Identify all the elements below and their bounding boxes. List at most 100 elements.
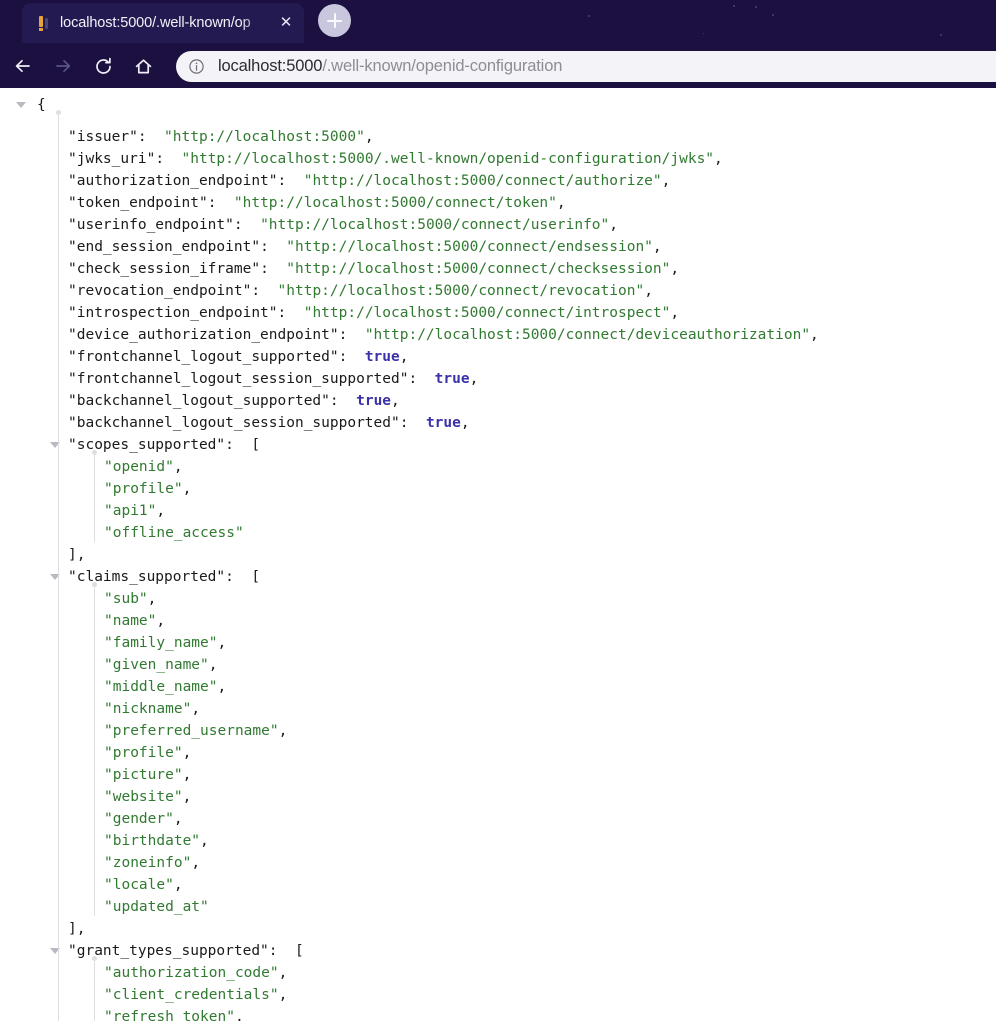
json-colon: : bbox=[155, 151, 182, 167]
json-line: { bbox=[0, 94, 996, 116]
json-key-check_session_iframe: "check_session_iframe" bbox=[68, 261, 261, 277]
json-colon: : bbox=[233, 217, 261, 233]
json-comma: , bbox=[234, 1009, 244, 1021]
json-array-value: "authorization_code" bbox=[104, 965, 279, 981]
json-line: "jwks_uri": "http://localhost:5000/.well… bbox=[0, 148, 996, 170]
json-comma: , bbox=[714, 151, 723, 167]
json-key-backchannel_logout_session_supported: "backchannel_logout_session_supported" bbox=[68, 415, 400, 431]
json-value-frontchannel_logout_session_supported: true bbox=[434, 371, 470, 387]
json-value-introspection_endpoint: "http://localhost:5000/connect/introspec… bbox=[303, 305, 671, 321]
json-line: "authorization_endpoint": "http://localh… bbox=[0, 170, 996, 192]
json-entry: "check_session_iframe": "http://localhos… bbox=[68, 258, 679, 280]
json-comma: , bbox=[182, 745, 192, 761]
json-key-grant_types_supported: "grant_types_supported" bbox=[68, 943, 269, 959]
json-line: "refresh_token", bbox=[0, 1006, 996, 1021]
json-line: ], bbox=[0, 918, 996, 940]
tab-openid-configuration[interactable]: localhost:5000/.well-known/op ✕ bbox=[22, 3, 304, 43]
json-line: "device_authorization_endpoint": "http:/… bbox=[0, 324, 996, 346]
arrow-right-icon bbox=[56, 59, 71, 73]
json-comma: , bbox=[278, 987, 288, 1003]
json-value-userinfo_endpoint: "http://localhost:5000/connect/userinfo" bbox=[260, 217, 610, 233]
home-button[interactable] bbox=[126, 49, 160, 83]
json-key-backchannel_logout_supported: "backchannel_logout_supported" bbox=[68, 393, 330, 409]
json-open-bracket: [ bbox=[295, 943, 304, 959]
json-comma: , bbox=[182, 481, 192, 497]
json-close-bracket: ] bbox=[68, 547, 77, 563]
json-comma: , bbox=[391, 393, 400, 409]
json-array-value: "client_credentials" bbox=[104, 987, 279, 1003]
json-colon: : bbox=[225, 569, 252, 585]
tab-strip: localhost:5000/.well-known/op ✕ bbox=[0, 0, 996, 44]
json-colon: : bbox=[338, 327, 365, 343]
json-comma: , bbox=[156, 613, 166, 629]
forward-button[interactable] bbox=[46, 49, 80, 83]
json-colon: : bbox=[338, 349, 365, 365]
json-line: "backchannel_logout_supported": true, bbox=[0, 390, 996, 412]
back-button[interactable] bbox=[6, 49, 40, 83]
json-comma: , bbox=[670, 261, 680, 277]
json-array-item: "zoneinfo", bbox=[104, 852, 200, 874]
json-open-bracket: [ bbox=[251, 569, 261, 585]
json-array-item: "client_credentials", bbox=[104, 984, 287, 1006]
json-comma: , bbox=[460, 415, 470, 431]
json-line: "scopes_supported": [ bbox=[0, 434, 996, 456]
json-line: "check_session_iframe": "http://localhos… bbox=[0, 258, 996, 280]
json-line: "given_name", bbox=[0, 654, 996, 676]
json-comma: , bbox=[182, 767, 192, 783]
json-line: "token_endpoint": "http://localhost:5000… bbox=[0, 192, 996, 214]
json-array-close: ], bbox=[68, 918, 85, 940]
json-line: "issuer": "http://localhost:5000", bbox=[0, 126, 996, 148]
json-open-brace: { bbox=[37, 97, 46, 113]
json-colon: : bbox=[225, 437, 252, 453]
json-entry: "userinfo_endpoint": "http://localhost:5… bbox=[68, 214, 618, 236]
reload-button[interactable] bbox=[86, 49, 120, 83]
json-line: "zoneinfo", bbox=[0, 852, 996, 874]
json-array-item: "offline_access" bbox=[104, 522, 244, 544]
json-comma: , bbox=[670, 305, 680, 321]
json-key-device_authorization_endpoint: "device_authorization_endpoint" bbox=[68, 327, 339, 343]
json-line: "preferred_username", bbox=[0, 720, 996, 742]
json-colon: : bbox=[268, 943, 295, 959]
json-line: "end_session_endpoint": "http://localhos… bbox=[0, 236, 996, 258]
json-colon: : bbox=[408, 371, 435, 387]
json-array-value: "name" bbox=[104, 613, 157, 629]
json-comma: , bbox=[147, 591, 157, 607]
json-line: "revocation_endpoint": "http://localhost… bbox=[0, 280, 996, 302]
json-value-end_session_endpoint: "http://localhost:5000/connect/endsessio… bbox=[286, 239, 653, 255]
json-comma: , bbox=[810, 327, 819, 343]
json-array-item: "api1", bbox=[104, 500, 165, 522]
json-line: "authorization_code", bbox=[0, 962, 996, 984]
url-host: localhost:5000 bbox=[218, 57, 323, 75]
json-array-value: "openid" bbox=[104, 459, 174, 475]
json-key-authorization_endpoint: "authorization_endpoint" bbox=[68, 173, 278, 189]
address-bar[interactable]: localhost:5000/.well-known/openid-config… bbox=[176, 51, 996, 82]
new-tab-button[interactable] bbox=[318, 4, 351, 37]
json-value-backchannel_logout_supported: true bbox=[356, 393, 392, 409]
json-array-item: "gender", bbox=[104, 808, 183, 830]
json-array-value: "profile" bbox=[104, 481, 183, 497]
collapse-triangle-icon[interactable] bbox=[16, 102, 26, 108]
json-comma: , bbox=[76, 921, 86, 937]
json-comma: , bbox=[182, 789, 192, 805]
json-line: "locale", bbox=[0, 874, 996, 896]
json-array-value: "updated_at" bbox=[104, 899, 209, 915]
json-array-item: "nickname", bbox=[104, 698, 200, 720]
close-icon[interactable]: ✕ bbox=[274, 11, 298, 35]
json-root: { "issuer": "http://localhost:5000", "jwks… bbox=[0, 94, 996, 1021]
json-entry: "frontchannel_logout_supported": true, bbox=[68, 346, 408, 368]
json-array-value: "refresh_token" bbox=[104, 1009, 235, 1021]
json-array-value: "birthdate" bbox=[104, 833, 201, 849]
json-line: "offline_access" bbox=[0, 522, 996, 544]
json-entry: "introspection_endpoint": "http://localh… bbox=[68, 302, 679, 324]
json-colon: : bbox=[207, 195, 234, 211]
json-comma: , bbox=[652, 239, 662, 255]
json-array-item: "authorization_code", bbox=[104, 962, 287, 984]
json-line: "userinfo_endpoint": "http://localhost:5… bbox=[0, 214, 996, 236]
info-circle-icon[interactable] bbox=[188, 58, 206, 75]
indent-guide bbox=[56, 110, 61, 1021]
json-colon: : bbox=[251, 283, 278, 299]
json-colon: : bbox=[137, 129, 165, 145]
json-line: "middle_name", bbox=[0, 676, 996, 698]
json-array-item: "preferred_username", bbox=[104, 720, 287, 742]
json-colon: : bbox=[329, 393, 357, 409]
